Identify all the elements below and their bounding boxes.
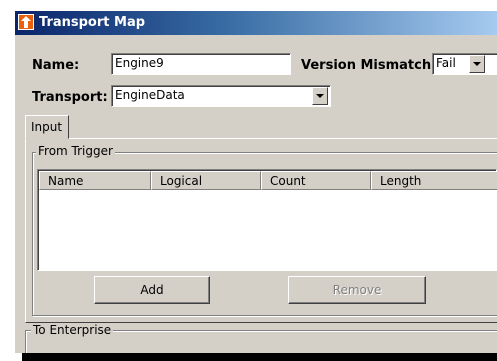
chevron-down-icon [473,62,481,66]
tab-input[interactable]: Input [25,115,69,139]
window-title: Transport Map [39,15,146,30]
to-enterprise-title: To Enterprise [31,323,114,337]
name-label: Name: [32,58,80,73]
column-header-logical[interactable]: Logical [151,171,261,190]
from-trigger-title: From Trigger [36,144,115,158]
tab-input-label: Input [31,120,63,134]
transport-label: Transport: [32,90,108,105]
remove-button[interactable]: Remove [288,276,426,304]
column-header-count[interactable]: Count [261,171,371,190]
version-mismatch-dropdown-button[interactable] [469,55,485,73]
column-header-name[interactable]: Name [39,171,151,190]
column-header-length[interactable]: Length [371,171,497,190]
add-button[interactable]: Add [94,276,210,304]
title-bar[interactable]: Transport Map [15,11,497,35]
transport-value: EngineData [115,88,185,102]
transport-select[interactable]: EngineData [111,85,331,107]
transport-map-window: Transport Map Name: Engine9 Version Mism… [15,11,497,353]
chevron-down-icon [316,94,324,98]
version-mismatch-label: Version Mismatch: [301,58,437,73]
version-mismatch-select[interactable]: Fail [432,53,497,75]
transport-dropdown-button[interactable] [312,87,328,105]
name-input[interactable]: Engine9 [111,53,291,75]
transport-map-icon [18,14,34,30]
version-mismatch-value: Fail [436,56,456,70]
trigger-table[interactable]: Name Logical Count Length [37,169,497,271]
